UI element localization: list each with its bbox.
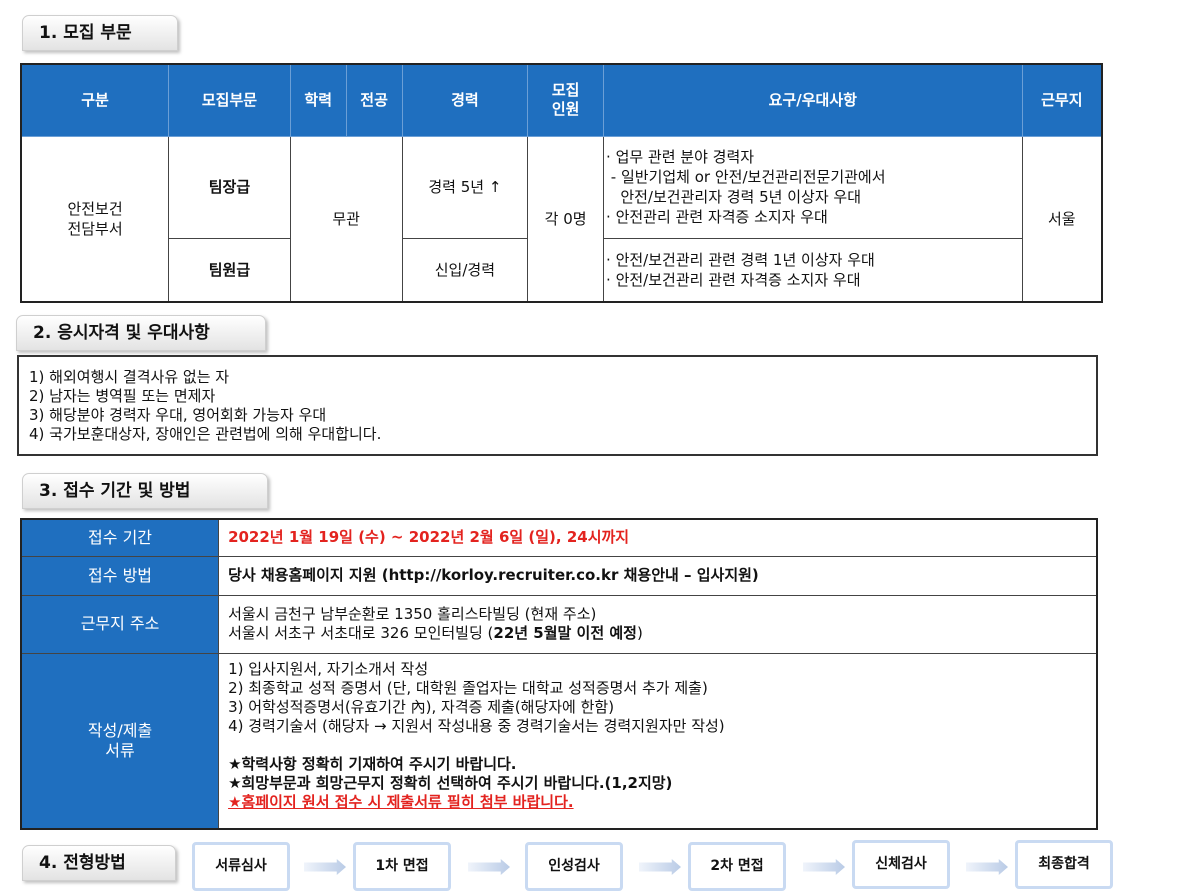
header-location: 근무지	[1021, 63, 1103, 137]
period-value: 2022년 1월 19일 (수) ~ 2022년 2월 6일 (일), 24시까…	[218, 518, 1098, 557]
requirement-line: · 안전/보건관리 관련 자격증 소지자 우대	[606, 270, 861, 289]
section-4-title: 4. 전형방법	[22, 845, 176, 881]
education-major-cell: 무관	[289, 135, 403, 303]
field-team-leader: 팀장급	[168, 135, 291, 239]
header-category: 구분	[20, 63, 170, 137]
period-label: 접수 기간	[20, 518, 220, 557]
step-first-interview: 1차 면접	[353, 842, 451, 891]
docs-label: 작성/제출 서류	[20, 652, 220, 830]
step-arrow	[468, 859, 510, 875]
application-table: 접수 기간 2022년 1월 19일 (수) ~ 2022년 2월 6일 (일)…	[20, 518, 1098, 830]
recruitment-table: 구분 모집부문 학력 전공 경력 모집 인원 요구/우대사항 근무지 안전보건 …	[20, 63, 1103, 303]
step-document-screening: 서류심사	[192, 842, 290, 891]
step-medical-exam: 신체검사	[852, 840, 950, 889]
header-headcount-line1: 모집	[551, 81, 580, 100]
docs-item: 3) 어학성적증명서(유효기간 內), 자격증 제출(해당자에 한함)	[228, 697, 615, 716]
docs-label-line1: 작성/제출	[87, 720, 153, 740]
requirement-line: · 안전관리 관련 자격증 소지자 우대	[606, 208, 828, 226]
requirements-team-leader: · 업무 관련 분야 경력자 - 일반기업체 or 안전/보건관리전문기관에서 …	[603, 135, 1023, 239]
docs-item: 1) 입사지원서, 자기소개서 작성	[228, 659, 429, 678]
step-second-interview: 2차 면접	[688, 842, 786, 891]
qualification-item: 4) 국가보훈대상자, 장애인은 관련법에 의해 우대합니다.	[29, 425, 382, 443]
method-label: 접수 방법	[20, 555, 220, 596]
qualification-item: 3) 해당분야 경력자 우대, 영어회화 가능자 우대	[29, 406, 327, 424]
docs-value: 1) 입사지원서, 자기소개서 작성 2) 최종학교 성적 증명서 (단, 대학…	[218, 652, 1098, 830]
address-line2-prefix: 서울시 서초구 서초대로 326 모인터빌딩 (	[228, 624, 494, 642]
section-2-title: 2. 응시자격 및 우대사항	[16, 315, 266, 351]
section-3-title: 3. 접수 기간 및 방법	[22, 473, 268, 509]
header-requirements: 요구/우대사항	[603, 63, 1023, 137]
qualifications-box: 1) 해외여행시 결격사유 없는 자 2) 남자는 병역필 또는 면제자 3) …	[17, 355, 1098, 456]
experience-team-member: 신입/경력	[401, 237, 529, 303]
address-line2-suffix: )	[636, 624, 643, 642]
step-arrow	[304, 859, 346, 875]
header-recruit-field: 모집부문	[168, 63, 291, 137]
method-value: 당사 채용홈페이지 지원 (http://korloy.recruiter.co…	[218, 555, 1098, 596]
docs-item: 4) 경력기술서 (해당자 → 지원서 작성내용 중 경력기술서는 경력지원자만…	[228, 716, 725, 735]
step-arrow	[639, 859, 681, 875]
docs-note: ★희망부문과 희망근무지 정확히 선택하여 주시기 바랍니다.(1,2지망)	[228, 773, 673, 792]
qualification-item: 1) 해외여행시 결격사유 없는 자	[29, 368, 230, 386]
requirements-team-member: · 안전/보건관리 관련 경력 1년 이상자 우대 · 안전/보건관리 관련 자…	[603, 237, 1023, 303]
location-cell: 서울	[1021, 135, 1103, 303]
step-personality-test: 인성검사	[525, 842, 623, 891]
step-arrow	[966, 859, 1008, 875]
docs-red-note: ★홈페이지 원서 접수 시 제출서류 필히 첨부 바랍니다.	[228, 792, 574, 811]
requirement-line: · 업무 관련 분야 경력자	[606, 148, 755, 166]
requirement-line: - 일반기업체 or 안전/보건관리전문기관에서	[606, 168, 886, 186]
experience-team-leader: 경력 5년 ↑	[401, 135, 529, 239]
docs-label-line2: 서류	[105, 740, 135, 760]
address-line2: 서울시 서초구 서초대로 326 모인터빌딩 (22년 5월말 이전 예정)	[228, 624, 1095, 643]
step-final-pass: 최종합격	[1015, 840, 1113, 889]
docs-item: 2) 최종학교 성적 증명서 (단, 대학원 졸업자는 대학교 성적증명서 추가…	[228, 678, 708, 697]
address-line2-bold: 22년 5월말 이전 예정	[493, 624, 637, 642]
docs-note: ★학력사항 정확히 기재하여 주시기 바랍니다.	[228, 754, 517, 773]
header-education: 학력	[289, 63, 347, 137]
field-team-member: 팀원급	[168, 237, 291, 303]
headcount-cell: 각 0명	[527, 135, 605, 303]
department-line1: 안전보건	[67, 199, 123, 218]
section-1-title: 1. 모집 부문	[22, 15, 178, 51]
header-headcount: 모집 인원	[527, 63, 605, 137]
department-line2: 전담부서	[67, 219, 123, 238]
header-major: 전공	[345, 63, 403, 137]
requirement-line: 안전/보건관리자 경력 5년 이상자 우대	[606, 188, 862, 206]
qualification-item: 2) 남자는 병역필 또는 면제자	[29, 387, 216, 405]
address-line1: 서울시 금천구 남부순환로 1350 홀리스타빌딩 (현재 주소)	[228, 605, 597, 623]
address-value: 서울시 금천구 남부순환로 1350 홀리스타빌딩 (현재 주소) 서울시 서초…	[218, 594, 1098, 654]
step-arrow	[803, 859, 845, 875]
address-label: 근무지 주소	[20, 594, 220, 654]
requirement-line: · 안전/보건관리 관련 경력 1년 이상자 우대	[606, 250, 875, 269]
department-cell: 안전보건 전담부서	[20, 135, 170, 303]
header-experience: 경력	[401, 63, 529, 137]
header-headcount-line2: 인원	[551, 100, 580, 119]
